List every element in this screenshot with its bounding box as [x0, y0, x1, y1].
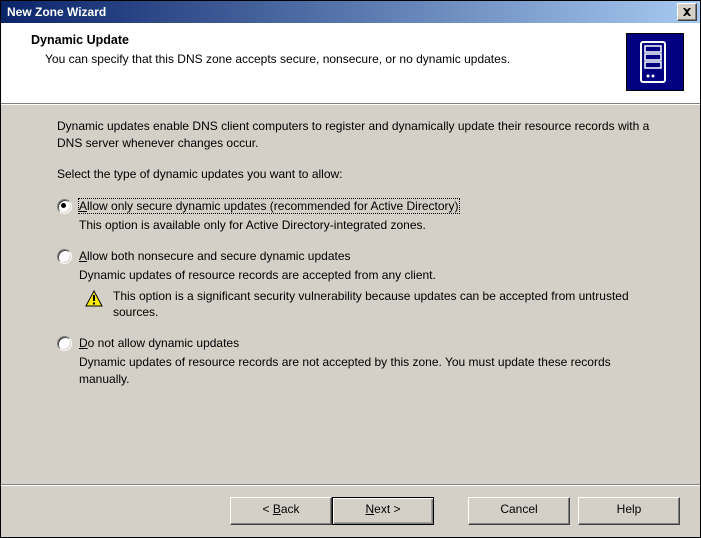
header-title: Dynamic Update [31, 33, 626, 47]
radio-none[interactable] [57, 336, 72, 351]
radio-both[interactable] [57, 249, 72, 264]
option-both-desc: Dynamic updates of resource records are … [79, 267, 660, 284]
back-next-group: < Back Next > [230, 497, 434, 525]
header-text: Dynamic Update You can specify that this… [31, 33, 626, 91]
wizard-window: New Zone Wizard Dynamic Update You can s… [0, 0, 701, 538]
close-button[interactable] [677, 3, 697, 21]
wizard-body: Dynamic updates enable DNS client comput… [1, 104, 700, 484]
option-both-warning: This option is a significant security vu… [79, 288, 660, 322]
option-none[interactable]: Do not allow dynamic updates Dynamic upd… [57, 335, 660, 387]
help-button[interactable]: Help [578, 497, 680, 525]
intro-text-1: Dynamic updates enable DNS client comput… [57, 118, 660, 152]
next-button[interactable]: Next > [332, 497, 434, 525]
titlebar: New Zone Wizard [1, 1, 700, 23]
cancel-button[interactable]: Cancel [468, 497, 570, 525]
option-both-warning-text: This option is a significant security vu… [113, 288, 660, 322]
header-band: Dynamic Update You can specify that this… [1, 23, 700, 104]
warning-icon [85, 290, 103, 308]
option-none-desc: Dynamic updates of resource records are … [79, 354, 660, 388]
option-secure-label: Allow only secure dynamic updates (recom… [79, 199, 459, 213]
option-secure-desc: This option is available only for Active… [79, 217, 660, 234]
button-bar: < Back Next > Cancel Help [1, 484, 700, 537]
option-both[interactable]: Allow both nonsecure and secure dynamic … [57, 248, 660, 321]
window-title: New Zone Wizard [7, 5, 677, 19]
option-both-label: Allow both nonsecure and secure dynamic … [79, 249, 351, 263]
server-icon [626, 33, 684, 91]
radio-secure-only[interactable] [57, 199, 72, 214]
intro-text-2: Select the type of dynamic updates you w… [57, 166, 660, 183]
back-button[interactable]: < Back [230, 497, 332, 525]
option-none-label: Do not allow dynamic updates [79, 336, 239, 350]
header-description: You can specify that this DNS zone accep… [31, 51, 565, 67]
option-secure-only[interactable]: Allow only secure dynamic updates (recom… [57, 198, 660, 234]
